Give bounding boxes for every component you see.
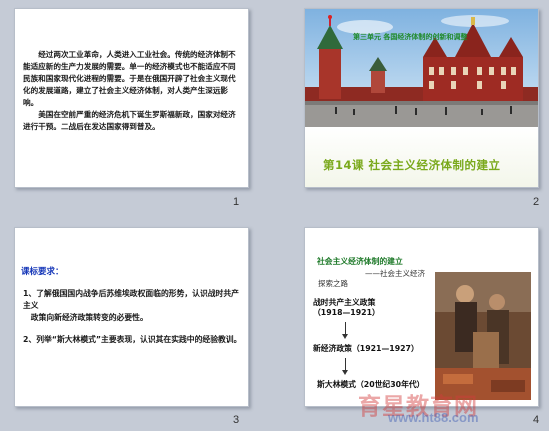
slide-1-paragraph: 经过两次工业革命，人类进入工业社会。传统的经济体制不能适应新的生产力发展的需要。…	[23, 50, 236, 107]
lesson-title: 第14课 社会主义经济体制的建立	[323, 158, 501, 172]
unit-title: 第三单元 各国经济体制的创新和调整	[353, 33, 468, 41]
slide-number: 1	[233, 196, 240, 208]
down-arrow-icon	[342, 358, 348, 375]
slide-1-body-text: 经过两次工业革命，人类进入工业社会。传统的经济体制不能适应新的生产力发展的需要。…	[23, 49, 241, 133]
curriculum-heading: 课标要求：	[21, 267, 64, 277]
requirement-item: 2、列举“斯大林模式”主要表现，认识其在实践中的经验教训。	[23, 335, 242, 344]
slide-number: 3	[233, 414, 240, 426]
slide-thumbnail-2[interactable]: 第三单元 各国经济体制的创新和调整 第14课 社会主义经济体制的建立	[304, 8, 539, 188]
slide-4-subtitle: ——社会主义经济	[365, 269, 425, 278]
slide-4-title: 社会主义经济体制的建立	[317, 257, 403, 266]
stage-new-economic-policy: 新经济政策（1921—1927）	[313, 344, 419, 353]
slide-thumbnail-3[interactable]: 课标要求： 1、了解俄国国内战争后苏维埃政权面临的形势，认识战时共产主义 政策向…	[14, 227, 249, 407]
watermark-url: www.ht88.com	[388, 410, 479, 425]
historical-painting	[435, 272, 531, 400]
slide-1-paragraph: 美国在空前严重的经济危机下诞生罗斯福新政，国家对经济进行干预。二战后在发达国家得…	[23, 110, 236, 131]
slide-number: 2	[533, 196, 540, 208]
slide-thumbnail-1[interactable]: 经过两次工业革命，人类进入工业社会。传统的经济体制不能适应新的生产力发展的需要。…	[14, 8, 249, 188]
requirement-item: 1、了解俄国国内战争后苏维埃政权面临的形势，认识战时共产主义	[23, 289, 239, 310]
slide-thumbnail-4[interactable]: 社会主义经济体制的建立 ——社会主义经济 探索之路 战时共产主义政策（1918—…	[304, 227, 539, 407]
slide-number: 4	[533, 414, 540, 426]
red-square-photo	[305, 9, 538, 127]
stage-war-communism: 战时共产主义政策（1918—1921）	[313, 298, 380, 317]
explore-label: 探索之路	[318, 279, 348, 288]
requirement-item: 政策向新经济政策转变的必要性。	[30, 313, 148, 322]
down-arrow-icon	[342, 322, 348, 339]
